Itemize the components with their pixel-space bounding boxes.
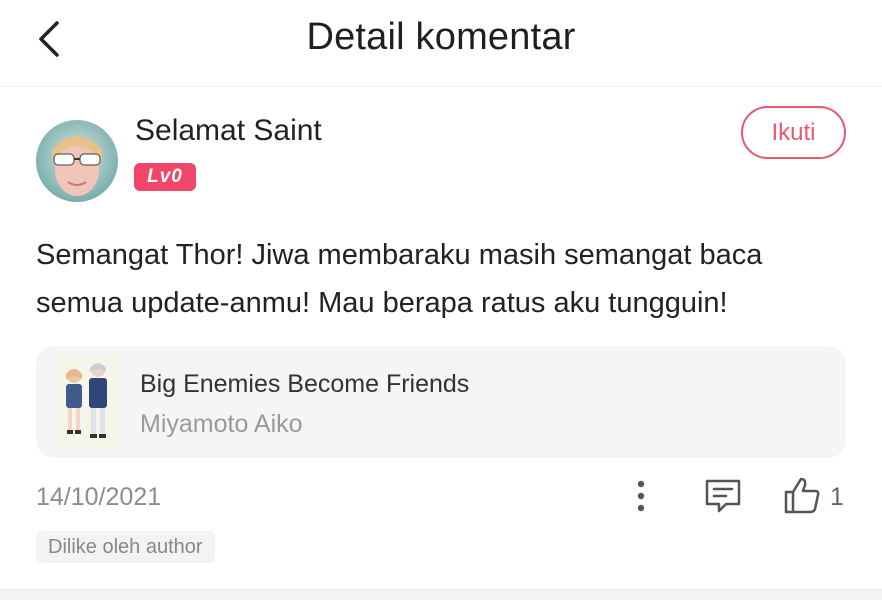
more-button[interactable] (626, 477, 656, 517)
liked-by-author-tag: Dilike oleh author (36, 531, 215, 563)
reply-button[interactable] (702, 476, 744, 516)
like-button[interactable] (782, 474, 822, 518)
book-cover (54, 356, 122, 448)
comment-text: Semangat Thor! Jiwa membaraku masih sema… (36, 239, 763, 319)
book-title: Big Enemies Become Friends (140, 370, 470, 398)
comment-date: 14/10/2021 (36, 483, 162, 511)
comment-icon (705, 479, 741, 513)
page-title: Detail komentar (306, 16, 576, 58)
follow-button[interactable]: Ikuti (741, 106, 846, 159)
level-badge: Lv0 (134, 163, 196, 191)
like-count: 1 (830, 483, 844, 511)
book-cover-image (54, 356, 122, 448)
more-vertical-icon (637, 480, 645, 512)
thumbs-up-icon (784, 477, 820, 514)
username[interactable]: Selamat Saint (135, 114, 322, 148)
section-divider (0, 589, 882, 600)
book-card[interactable]: Big Enemies Become Friends Miyamoto Aiko (36, 346, 846, 458)
avatar-image (36, 120, 118, 202)
header-bar: Detail komentar (0, 0, 882, 87)
avatar[interactable] (36, 120, 118, 202)
book-author: Miyamoto Aiko (140, 410, 303, 438)
